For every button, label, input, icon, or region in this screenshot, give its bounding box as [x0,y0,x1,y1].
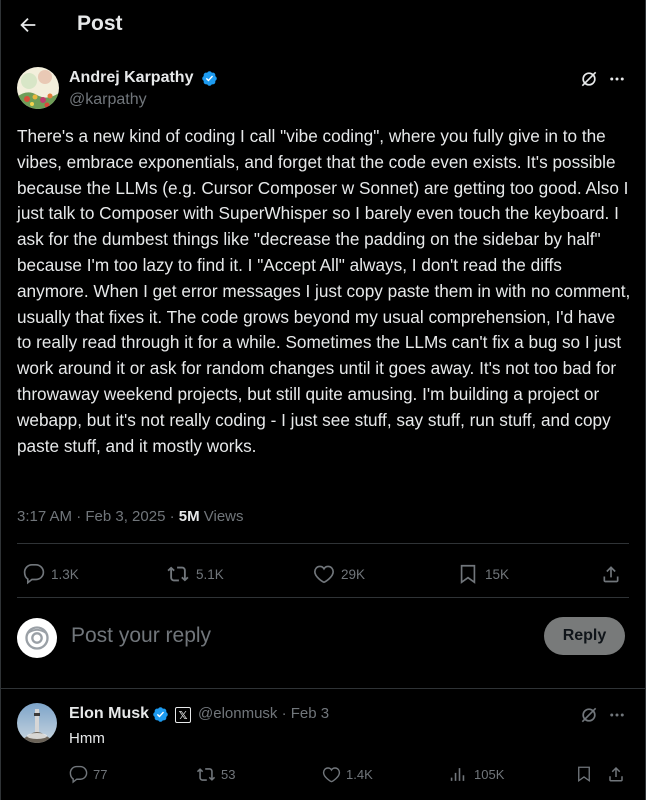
reply-repost-button[interactable]: 53 [196,765,235,784]
post-timestamp[interactable]: 3:17 AM · Feb 3, 2025 · [17,508,179,525]
share-icon[interactable] [599,562,623,586]
divider [17,543,629,544]
reply-like-button[interactable]: 1.4K [322,765,373,784]
reply-repost-count: 53 [221,767,236,782]
reply-input[interactable]: Post your reply [71,624,211,648]
like-button[interactable]: 29K [313,563,365,585]
bookmark-count: 15K [485,566,510,582]
reply-reply-count: 77 [93,767,108,782]
share-icon[interactable] [606,764,626,784]
current-user-avatar [17,618,57,658]
reply-like-count: 1.4K [346,767,373,782]
page-title: Post [77,12,123,35]
verified-badge-icon [152,706,169,723]
verified-badge-icon [201,70,218,87]
post-view: Post Andrej Karpathy @karpathy There's a… [0,0,646,800]
reply-button[interactable]: 1.3K [23,563,79,585]
repost-button[interactable]: 5.1K [166,563,224,585]
reply-views-count: 105K [474,767,505,782]
views-label: Views [199,508,244,525]
reply-handle-date[interactable]: @elonmusk · Feb 3 [198,705,329,722]
divider [1,688,645,689]
reply-text: Hmm [69,730,105,747]
reply-submit-button[interactable]: Reply [544,617,625,655]
bookmark-button[interactable]: 15K [457,563,509,585]
x-affiliation-icon: 𝕏 [175,707,191,723]
reply-author-avatar[interactable] [17,703,57,743]
post-text: There's a new kind of coding I call "vib… [17,126,631,456]
author-avatar[interactable] [17,67,59,109]
reply-views-button[interactable]: 105K [450,765,504,784]
more-options-icon[interactable] [606,68,628,90]
more-options-icon[interactable] [606,704,628,726]
reply-author-name[interactable]: Elon Musk [69,705,149,723]
repost-count: 5.1K [196,566,224,582]
author-name[interactable]: Andrej Karpathy [69,69,193,87]
page-header: Post [1,0,645,50]
reply-reply-button[interactable]: 77 [69,765,107,784]
grok-icon[interactable] [578,704,600,726]
grok-icon[interactable] [578,68,600,90]
back-arrow-icon[interactable] [17,14,39,36]
reply-count: 1.3K [51,566,79,582]
like-count: 29K [341,566,366,582]
bookmark-icon[interactable] [574,764,594,784]
views-count: 5M [178,508,200,525]
post-meta: 3:17 AM · Feb 3, 2025 · 5M Views [17,508,244,525]
divider [17,597,629,598]
author-handle[interactable]: @karpathy [69,91,147,109]
